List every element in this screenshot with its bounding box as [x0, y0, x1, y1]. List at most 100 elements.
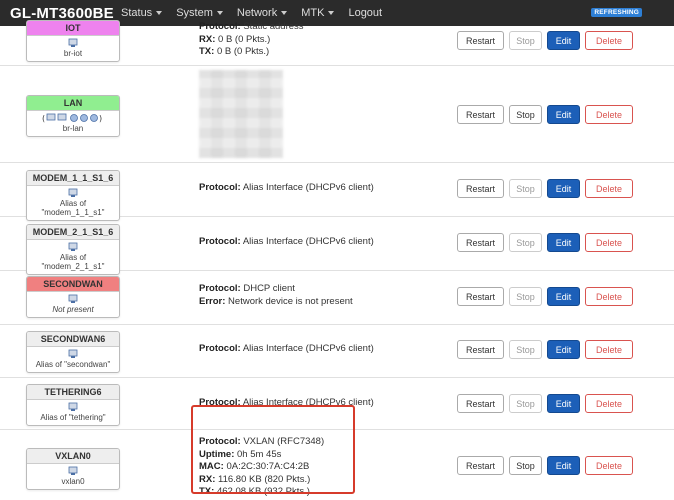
svg-text:(: (	[42, 114, 45, 123]
edit-button[interactable]: Edit	[547, 456, 580, 475]
edit-button[interactable]: Edit	[547, 179, 580, 198]
status-value: Static address	[243, 21, 304, 32]
restart-button[interactable]: Restart	[457, 179, 504, 198]
nav-logout-label: Logout	[348, 7, 383, 19]
bridge-ports-icon: ( )	[42, 113, 102, 123]
stop-button[interactable]: Stop	[509, 287, 542, 306]
interface-badge: MODEM_2_1_S1_6 Alias of "modem_2_1_s1"	[26, 224, 120, 275]
nav-status[interactable]: Status	[121, 7, 163, 19]
restart-button[interactable]: Restart	[457, 233, 504, 252]
table-row: MODEM_2_1_S1_6 Alias of "modem_2_1_s1" P…	[0, 217, 674, 275]
interface-name: IOT	[27, 21, 119, 36]
row-actions: Restart Stop Edit Delete	[457, 31, 633, 50]
edit-button[interactable]: Edit	[547, 233, 580, 252]
status-key: RX:	[199, 33, 216, 45]
restart-button[interactable]: Restart	[457, 287, 504, 306]
table-row: SECONDWAN6 Alias of "secondwan" Protocol…	[0, 325, 674, 378]
restart-button[interactable]: Restart	[457, 31, 504, 50]
interface-status: Protocol: DHCP client Error: Network dev…	[199, 283, 353, 308]
status-key: Protocol:	[199, 343, 241, 354]
interface-badge: MODEM_1_1_S1_6 Alias of "modem_1_1_s1"	[26, 170, 120, 221]
stop-button[interactable]: Stop	[509, 105, 542, 124]
interface-device: br-iot	[63, 49, 83, 58]
chevron-down-icon	[216, 11, 223, 15]
nav-status-label: Status	[121, 7, 153, 19]
interface-name: SECONDWAN6	[27, 332, 119, 347]
edit-button[interactable]: Edit	[547, 394, 580, 413]
restart-button[interactable]: Restart	[457, 394, 504, 413]
ethernet-port-icon	[68, 466, 78, 475]
interface-name: TETHERING6	[27, 385, 119, 400]
delete-button[interactable]: Delete	[585, 394, 633, 413]
status-value: DHCP client	[243, 283, 295, 294]
brand-title[interactable]: GL-MT3600BE	[0, 5, 121, 22]
nav-mtk[interactable]: MTK	[301, 7, 335, 19]
interface-device: vxlan0	[61, 477, 85, 486]
delete-button[interactable]: Delete	[585, 31, 633, 50]
nav-network-label: Network	[236, 7, 278, 19]
interface-name: MODEM_2_1_S1_6	[27, 225, 119, 240]
delete-button[interactable]: Delete	[585, 233, 633, 252]
delete-button[interactable]: Delete	[585, 340, 633, 359]
row-actions: Restart Stop Edit Delete	[457, 233, 633, 252]
redacted-status	[199, 70, 283, 158]
interface-status: Protocol: Static address RX: 0 B (0 Pkts…	[199, 21, 304, 59]
interface-name: LAN	[27, 96, 119, 111]
stop-button[interactable]: Stop	[509, 456, 542, 475]
status-value: Alias Interface (DHCPv6 client)	[242, 343, 374, 354]
edit-button[interactable]: Edit	[547, 105, 580, 124]
ethernet-port-icon	[68, 294, 78, 303]
row-actions: Restart Stop Edit Delete	[457, 394, 633, 413]
edit-button[interactable]: Edit	[547, 287, 580, 306]
interface-status: Protocol: Alias Interface (DHCPv6 client…	[199, 236, 374, 249]
status-value: Alias Interface (DHCPv6 client)	[242, 236, 374, 247]
delete-button[interactable]: Delete	[585, 105, 633, 124]
interface-status: Protocol: Alias Interface (DHCPv6 client…	[199, 343, 374, 356]
status-value: Alias Interface (DHCPv6 client)	[242, 182, 374, 193]
alias-icon	[68, 242, 78, 251]
alias-icon	[68, 402, 78, 411]
stop-button[interactable]: Stop	[509, 340, 542, 359]
restart-button[interactable]: Restart	[457, 456, 504, 475]
table-row: IOT br-iot Protocol: Static address RX: …	[0, 20, 674, 66]
restart-button[interactable]: Restart	[457, 105, 504, 124]
delete-button[interactable]: Delete	[585, 287, 633, 306]
stop-button[interactable]: Stop	[509, 233, 542, 252]
stop-button[interactable]: Stop	[509, 179, 542, 198]
interface-badge: IOT br-iot	[26, 20, 120, 62]
nav-logout[interactable]: Logout	[348, 7, 382, 19]
status-key: Protocol:	[199, 236, 241, 247]
interface-name: VXLAN0	[27, 449, 119, 464]
status-value: 0 B (0 Pkts.)	[218, 33, 271, 45]
ethernet-port-icon	[68, 38, 78, 47]
refreshing-badge[interactable]: REFRESHING	[591, 8, 642, 17]
edit-button[interactable]: Edit	[547, 31, 580, 50]
restart-button[interactable]: Restart	[457, 340, 504, 359]
row-actions: Restart Stop Edit Delete	[457, 179, 633, 198]
table-row: LAN ( ) br-lan Restart Stop Edit Delete	[0, 66, 674, 163]
interface-device: Alias of "tethering"	[40, 413, 106, 422]
status-key: Protocol:	[199, 283, 241, 294]
stop-button[interactable]: Stop	[509, 31, 542, 50]
status-key: Protocol:	[199, 21, 241, 32]
chevron-down-icon	[328, 11, 335, 15]
chevron-down-icon	[156, 11, 163, 15]
delete-button[interactable]: Delete	[585, 456, 633, 475]
nav-mtk-label: MTK	[301, 7, 325, 19]
nav-network[interactable]: Network	[236, 7, 288, 19]
edit-button[interactable]: Edit	[547, 340, 580, 359]
nav-system[interactable]: System	[176, 7, 223, 19]
alias-icon	[68, 188, 78, 197]
stop-button[interactable]: Stop	[509, 394, 542, 413]
delete-button[interactable]: Delete	[585, 179, 633, 198]
alias-icon	[68, 349, 78, 358]
interface-badge: SECONDWAN6 Alias of "secondwan"	[26, 331, 120, 373]
row-actions: Restart Stop Edit Delete	[457, 105, 633, 124]
table-row: SECONDWAN Not present Protocol: DHCP cli…	[0, 271, 674, 325]
interface-device: Alias of "secondwan"	[35, 360, 111, 369]
interface-badge: TETHERING6 Alias of "tethering"	[26, 384, 120, 426]
interface-name: MODEM_1_1_S1_6	[27, 171, 119, 186]
interface-name: SECONDWAN	[27, 277, 119, 292]
table-row: MODEM_1_1_S1_6 Alias of "modem_1_1_s1" P…	[0, 163, 674, 221]
interface-badge: LAN ( ) br-lan	[26, 95, 120, 137]
